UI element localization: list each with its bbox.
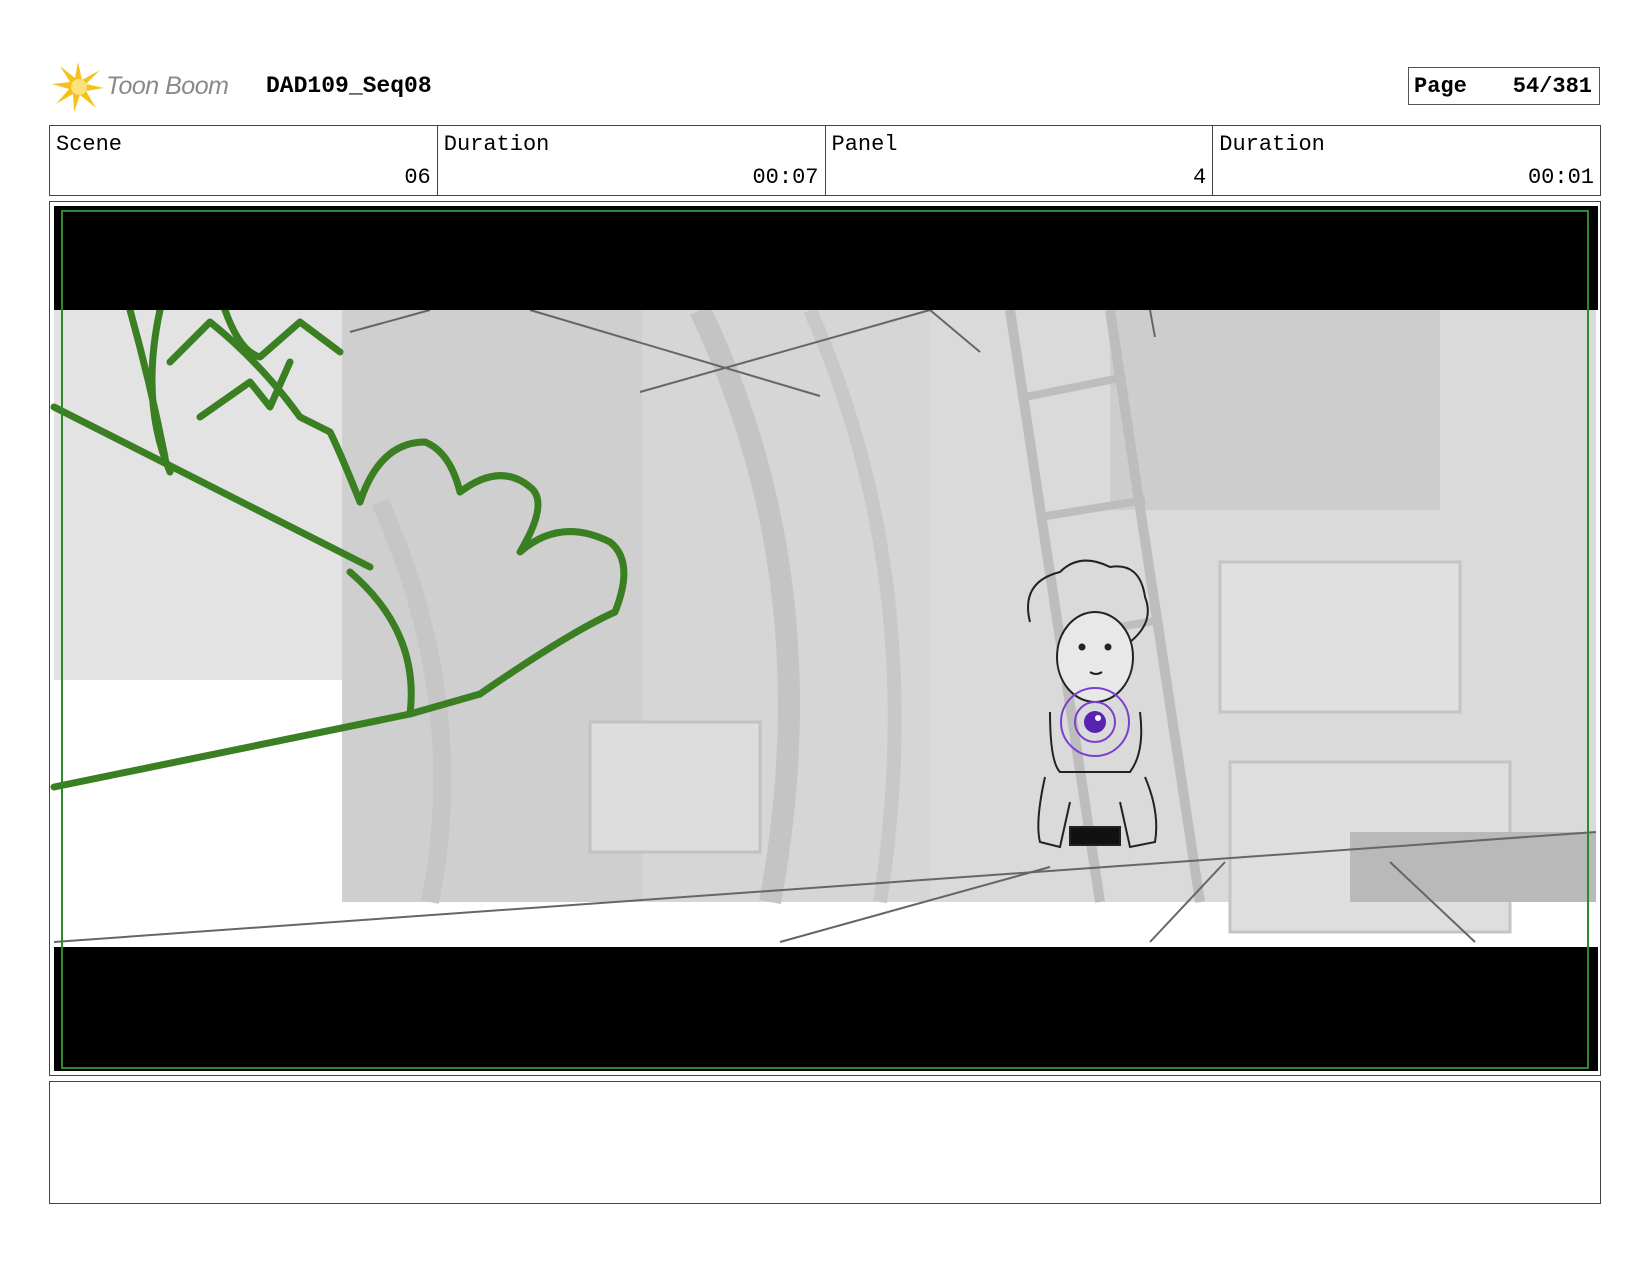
letterbox-top [54,206,1598,310]
storyboard-panel [49,201,1601,1076]
panel-duration-label: Duration [1219,132,1325,157]
scene-value: 06 [404,165,431,190]
scene-duration-label: Duration [443,132,550,157]
sequence-title: DAD109_Seq08 [266,73,432,99]
panel-cell: Panel 4 [826,126,1214,195]
toon-boom-logo: Toon Boom [52,58,252,114]
panel-info-row: Scene 06 Duration 00:07 Panel 4 Duration… [49,125,1601,196]
panel-drawing [50,206,1598,1071]
page-label: Page [1414,73,1467,99]
starburst-icon [52,62,104,112]
foreground-fill [54,310,344,680]
scene-label: Scene [56,132,123,157]
notes-box [49,1081,1601,1204]
panel-value: 4 [1193,165,1207,190]
scene-duration-value: 00:07 [752,165,819,190]
logo-text: Toon Boom [106,71,229,100]
letterbox-bottom [54,947,1598,1071]
scene-duration-cell: Duration 00:07 [438,126,826,195]
page-number: 54/381 [1512,73,1592,99]
page-indicator: Page 54/381 [1408,67,1600,105]
eye-pupil [1084,711,1106,733]
panel-label: Panel [831,132,898,157]
panel-duration-value: 00:01 [1527,165,1594,190]
scene-cell: Scene 06 [50,126,438,195]
panel-duration-cell: Duration 00:01 [1213,126,1600,195]
